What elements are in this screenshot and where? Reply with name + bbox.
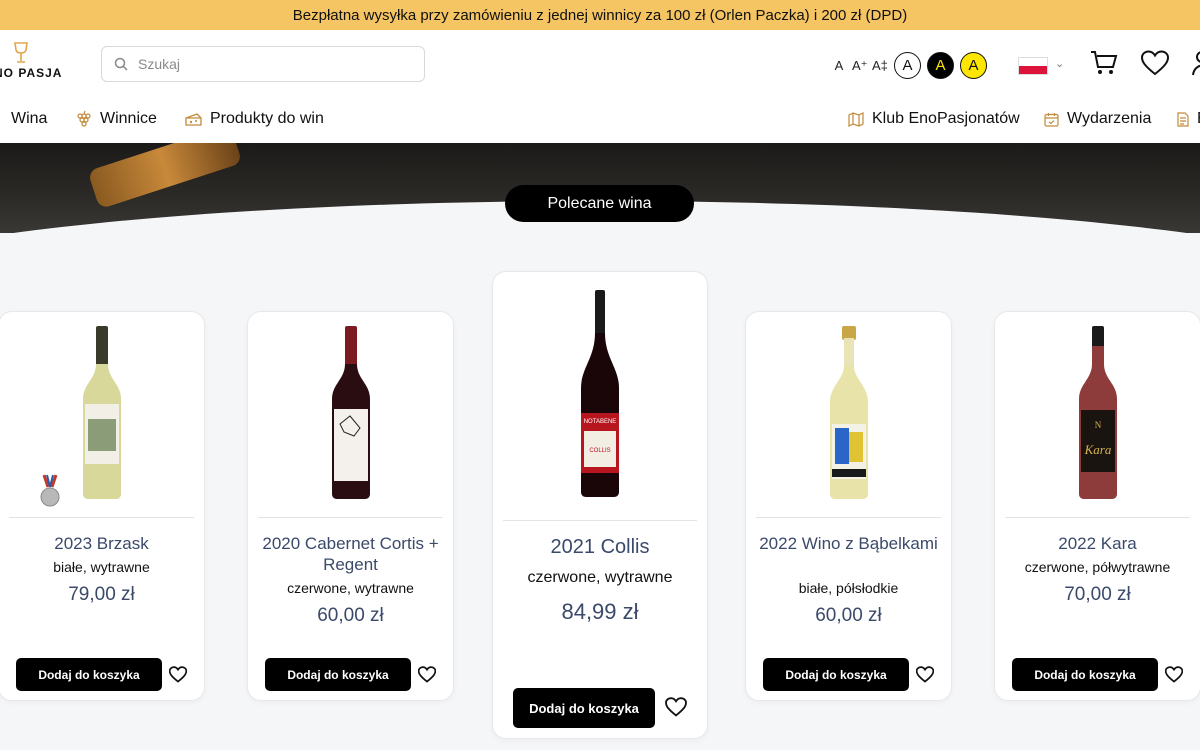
heart-icon[interactable] [418,666,436,683]
font-size-larger-button[interactable]: A⁺ [852,58,868,74]
contrast-yellow-button[interactable]: A [960,52,987,79]
product-name[interactable]: 2021 Collis [503,537,697,558]
product-type: czerwone, półwytrawne [1024,559,1171,575]
product-image[interactable] [0,324,204,500]
product-image[interactable]: NOTABENE COLLIS [493,288,707,498]
contrast-default-button[interactable]: A [894,52,921,79]
add-to-cart-button[interactable]: Dodaj do koszyka [763,658,909,691]
nav-item-klub[interactable]: Klub EnoPasjonatów [848,110,1020,128]
contrast-dark-button[interactable]: A [927,52,954,79]
svg-text:NOTABENE: NOTABENE [584,419,617,425]
accessibility-controls: A A⁺ A‡ A A A [832,52,987,79]
product-price: 84,99 zł [561,599,639,624]
add-to-cart-button[interactable]: Dodaj do koszyka [1012,658,1158,691]
logo[interactable]: NO PASJA [0,42,74,80]
add-to-cart-button[interactable]: Dodaj do koszyka [513,688,655,728]
medal-icon [40,474,60,507]
red-wine-bottle-icon: NOTABENE COLLIS [581,290,619,497]
logo-text: NO PASJA [0,66,63,80]
nav-item-label: Produkty do win [210,110,324,127]
product-type: białe, wytrawne [53,559,150,575]
product-price: 60,00 zł [317,605,384,626]
nav-item-winnice[interactable]: Winnice [76,110,157,128]
calendar-icon [1044,112,1059,127]
nav-item-label: Winnice [100,110,157,127]
product-card[interactable]: N Kara 2022 Kara czerwone, półwytrawne 7… [994,311,1200,701]
product-card[interactable]: 2020 Cabernet Cortis + Regent czerwone, … [247,311,454,701]
nav-item-label: Wydarzenia [1067,110,1152,127]
font-size-normal-button[interactable]: A [832,58,846,73]
search-box[interactable] [101,46,425,82]
product-type: czerwone, wytrawne [287,580,414,596]
add-to-cart-button[interactable]: Dodaj do koszyka [265,658,411,691]
sparkling-wine-bottle-icon [829,326,868,499]
wishlist-heart-icon[interactable] [1141,50,1169,76]
heart-icon[interactable] [916,666,934,683]
search-input[interactable] [138,56,398,72]
document-icon [1177,111,1189,127]
product-name[interactable]: 2022 Wino z Bąbelkami [756,533,941,554]
product-image[interactable]: N Kara [995,324,1200,500]
main-nav: Wina Winnice Produkty do win Klub EnoPas… [0,98,1200,143]
svg-text:N: N [1094,420,1101,430]
featured-wines-section: Polecane wina 2023 Brzask białe, wytrawn… [0,143,1200,750]
heart-icon[interactable] [665,697,687,717]
product-type: białe, półsłodkie [798,580,899,596]
product-image[interactable] [746,324,951,500]
product-card[interactable]: NOTABENE COLLIS 2021 Collis czerwone, wy… [492,271,708,739]
product-image[interactable] [248,324,453,500]
product-price: 70,00 zł [1064,584,1131,605]
product-type: czerwone, wytrawne [527,569,673,586]
nav-item-wina[interactable]: Wina [11,110,47,128]
shipping-banner: Bezpłatna wysyłka przy zamówieniu z jedn… [0,0,1200,30]
cart-icon[interactable] [1090,50,1118,76]
product-card[interactable]: 2023 Brzask białe, wytrawne 79,00 zł Dod… [0,311,205,701]
svg-text:COLLIS: COLLIS [589,448,610,454]
language-flag-pl-icon[interactable] [1018,57,1048,75]
shipping-banner-text: Bezpłatna wysyłka przy zamówieniu z jedn… [292,6,908,24]
product-price: 60,00 zł [815,605,882,626]
product-name[interactable]: 2020 Cabernet Cortis + Regent [258,533,443,575]
font-size-largest-button[interactable]: A‡ [872,58,888,73]
product-price: 79,00 zł [68,584,135,605]
grapes-icon [77,110,91,127]
rose-wine-bottle-icon: N Kara [1078,326,1117,499]
product-name[interactable]: 2022 Kara [1005,533,1190,554]
product-card[interactable]: 2022 Wino z Bąbelkami białe, półsłodkie … [745,311,952,701]
nav-item-label: Klub EnoPasjonatów [872,110,1020,127]
add-to-cart-button[interactable]: Dodaj do koszyka [16,658,162,691]
white-wine-bottle-icon [82,326,121,499]
section-title: Polecane wina [505,185,694,222]
product-name[interactable]: 2023 Brzask [9,533,194,554]
search-icon [114,57,128,71]
heart-icon[interactable] [1165,666,1183,683]
header: NO PASJA A A⁺ A‡ A A A ⌄ [0,30,1200,98]
map-icon [848,111,864,127]
cheese-icon [185,113,202,126]
chevron-down-icon[interactable]: ⌄ [1055,57,1064,70]
nav-item-label: Wina [11,110,48,127]
heart-icon[interactable] [169,666,187,683]
red-wine-bottle-icon [331,326,370,499]
nav-item-wydarzenia[interactable]: Wydarzenia [1044,110,1151,128]
nav-item-blog[interactable]: B [1177,110,1200,128]
logo-glass-icon [14,42,28,63]
user-icon[interactable] [1192,50,1200,76]
nav-item-produkty[interactable]: Produkty do win [185,110,324,128]
svg-text:Kara: Kara [1083,442,1111,457]
